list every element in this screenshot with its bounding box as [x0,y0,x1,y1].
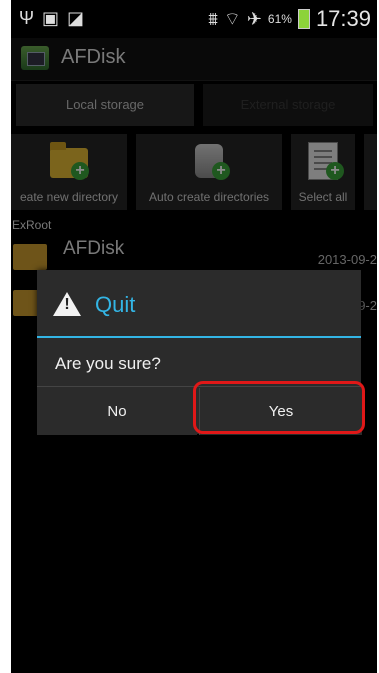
dialog-buttons: No Yes [37,386,362,435]
warning-mark: ! [64,296,70,313]
dialog-header: ! Quit [37,270,361,338]
dialog-divider [37,336,361,338]
quit-dialog: ! Quit Are you sure? No Yes [37,270,362,435]
usb-icon: Ψ [19,8,35,28]
battery-percent: 61% [267,12,292,26]
dialog-title: Quit [95,292,136,317]
clock: 17:39 [315,6,371,31]
battery-icon [297,9,310,29]
airplane-icon: ✈ [246,9,262,29]
signal-icon: ⩩ [208,9,218,29]
yes-button[interactable]: Yes [199,388,362,435]
dialog-message: Are you sure? [55,354,161,373]
no-button[interactable]: No [37,388,197,435]
image-icon: ▣ [42,8,60,28]
wifi-icon: ⌔ [223,9,241,29]
clipboard-icon: ◪ [67,8,85,28]
status-bar: Ψ ▣ ◪ ⩩ ⌔ ✈ 61% 17:39 [11,0,377,38]
phone-screen: Ψ ▣ ◪ ⩩ ⌔ ✈ 61% 17:39 AFDisk Local stora… [11,0,377,673]
